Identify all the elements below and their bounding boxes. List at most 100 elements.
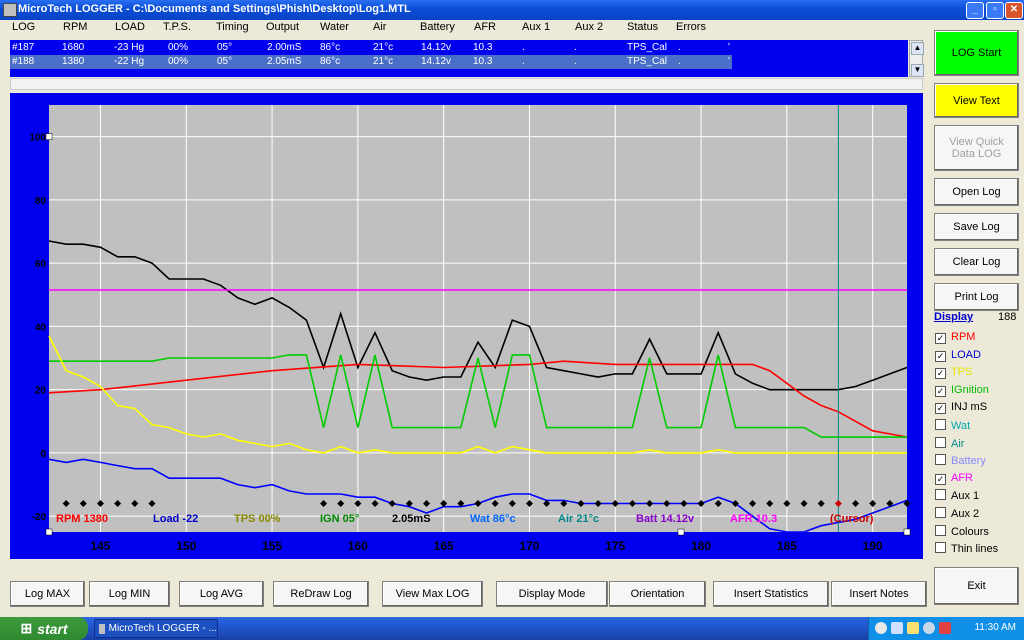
column-header-13: Errors (676, 21, 706, 33)
save-log-button[interactable]: Save Log (934, 213, 1019, 241)
open-log-button[interactable]: Open Log (934, 178, 1019, 206)
checkbox-icon[interactable]: ✓ (935, 385, 946, 397)
table-cell: 05° (217, 56, 233, 67)
legend-item: (Cursor) (830, 513, 874, 525)
x-tick-label: 165 (434, 539, 454, 553)
toggle-colours[interactable]: Colours (935, 524, 989, 538)
scroll-up-icon[interactable]: ▲ (911, 42, 924, 55)
toggle-thin-lines[interactable]: Thin lines (935, 542, 998, 555)
legend-item: Batt 14.12v (636, 513, 695, 525)
table-cell: 10.3 (473, 56, 493, 67)
view-text-button[interactable]: View Text (934, 83, 1019, 118)
checkbox-icon[interactable]: ✓ (935, 350, 946, 362)
taskbar-item-label: MicroTech LOGGER - ... (108, 623, 217, 634)
log-start-button[interactable]: LOG Start (934, 30, 1019, 76)
table-cell: 2.00mS (267, 42, 302, 53)
toggle-inj-ms[interactable]: ✓ INJ mS (935, 401, 987, 415)
column-header-0: LOG (12, 21, 36, 33)
print-log-button[interactable]: Print Log (934, 283, 1019, 311)
list-horizontal-scrollbar[interactable] (10, 78, 923, 90)
checkbox-icon[interactable] (935, 524, 946, 536)
table-cell: 00% (168, 42, 189, 53)
table-cell: 2.05mS (267, 56, 302, 67)
tray-icon[interactable] (891, 622, 903, 634)
checkbox-icon[interactable]: ✓ (935, 333, 946, 344)
toggle-afr[interactable]: ✓ AFR (935, 472, 973, 485)
checkbox-icon[interactable] (935, 542, 946, 554)
table-cell: ' (728, 56, 730, 67)
log-list[interactable]: #187 1680 -23 Hg 00% 05° 2.00mS 86°c 21°c 14.12v… (10, 40, 908, 77)
toggle-label: Aux 2 (951, 508, 980, 520)
table-cell: #188 (12, 56, 35, 67)
toggle-load[interactable]: ✓ LOAD (935, 349, 981, 362)
plot-area (49, 105, 907, 532)
x-tick-label: 175 (605, 539, 625, 553)
checkbox-icon[interactable] (935, 507, 946, 518)
button-log-max[interactable]: Log MAX (10, 581, 85, 607)
checkbox-icon[interactable]: ✓ (935, 403, 946, 415)
button-insert-notes[interactable]: Insert Notes (831, 581, 927, 607)
checkbox-icon[interactable] (935, 454, 946, 466)
x-tick-label: 145 (90, 539, 110, 553)
toggle-tps[interactable]: ✓ TPS (935, 366, 972, 380)
toggle-rpm[interactable]: ✓ RPM (935, 331, 975, 344)
toggle-ignition[interactable]: ✓ IGnition (935, 384, 989, 397)
column-header-6: Water (320, 21, 349, 33)
tray-icon[interactable] (875, 622, 887, 634)
table-cell: 14.12v (421, 56, 452, 67)
scroll-down-icon[interactable]: ▼ (911, 64, 924, 77)
toggle-label: Battery (951, 455, 986, 468)
toggle-wat[interactable]: Wat (935, 419, 970, 432)
table-cell: 00% (168, 56, 189, 67)
checkbox-icon[interactable]: ✓ (935, 473, 946, 485)
tray-icon[interactable] (939, 622, 951, 634)
button-display-mode[interactable]: Display Mode (496, 581, 608, 607)
table-cell: -23 Hg (114, 42, 145, 53)
y-tick-label: 80 (35, 196, 47, 207)
toggle-aux-1[interactable]: Aux 1 (935, 489, 979, 502)
legend-item: 2.05mS (392, 513, 431, 525)
button-log-min[interactable]: Log MIN (89, 581, 170, 607)
table-cell: 86°c (320, 56, 341, 67)
checkbox-icon[interactable] (935, 436, 946, 448)
start-button[interactable]: ⊞ start (0, 617, 88, 640)
x-tick-label: 155 (262, 539, 282, 553)
table-cell: 21°c (373, 56, 394, 67)
button-orientation[interactable]: Orientation (609, 581, 706, 607)
display-label: Display (934, 311, 974, 323)
button-log-avg[interactable]: Log AVG (179, 581, 264, 607)
table-row[interactable]: #187 1680 -23 Hg 00% 05° 2.00mS 86°c 21°c 14.12v… (10, 41, 732, 55)
tray-icon[interactable] (907, 622, 919, 634)
tray-icon[interactable] (923, 622, 935, 634)
log-chart[interactable]: -20 0 20 40 60 80 100 145 150 155 160 165 170 175 180 1… (10, 93, 923, 559)
checkbox-icon[interactable]: ✓ (935, 368, 946, 380)
table-row[interactable]: #188 1380 -22 Hg 00% 05° 2.05mS 86°c 21°c 14.12v… (10, 55, 732, 69)
checkbox-icon[interactable] (935, 419, 946, 430)
view-quick-data-log-button[interactable]: View Quick Data LOG (934, 125, 1019, 171)
button-insert-statistics[interactable]: Insert Statistics (713, 581, 829, 607)
taskbar-item-microtech-logger[interactable]: MicroTech LOGGER - ... (94, 619, 218, 638)
app-icon (3, 3, 17, 17)
resize-handle[interactable] (45, 133, 53, 140)
toggle-label: IGnition (951, 383, 989, 396)
toggle-aux-2[interactable]: Aux 2 (935, 507, 979, 520)
x-tick-label: 190 (863, 539, 883, 553)
minimize-button[interactable]: _ (966, 2, 984, 19)
table-cell: -22 Hg (114, 56, 145, 67)
clear-log-button[interactable]: Clear Log (934, 248, 1019, 276)
resize-handle[interactable] (677, 528, 685, 536)
resize-handle[interactable] (903, 528, 911, 536)
checkbox-icon[interactable] (935, 489, 946, 501)
button-view-max-log[interactable]: View Max LOG (382, 581, 483, 607)
exit-button[interactable]: Exit (934, 567, 1019, 605)
y-tick-label: -20 (32, 512, 47, 523)
clock: 11:30 AM (974, 622, 1016, 633)
toggle-air[interactable]: Air (935, 436, 964, 450)
toggle-battery[interactable]: Battery (935, 454, 986, 467)
list-vertical-scrollbar[interactable]: ▲ ▼ (909, 40, 924, 77)
close-button[interactable]: ✕ (1005, 2, 1023, 19)
button-redraw-log[interactable]: ReDraw Log (273, 581, 369, 607)
table-cell: . (522, 42, 525, 53)
resize-handle[interactable] (45, 528, 53, 536)
maximize-button[interactable]: ▫ (986, 2, 1004, 19)
